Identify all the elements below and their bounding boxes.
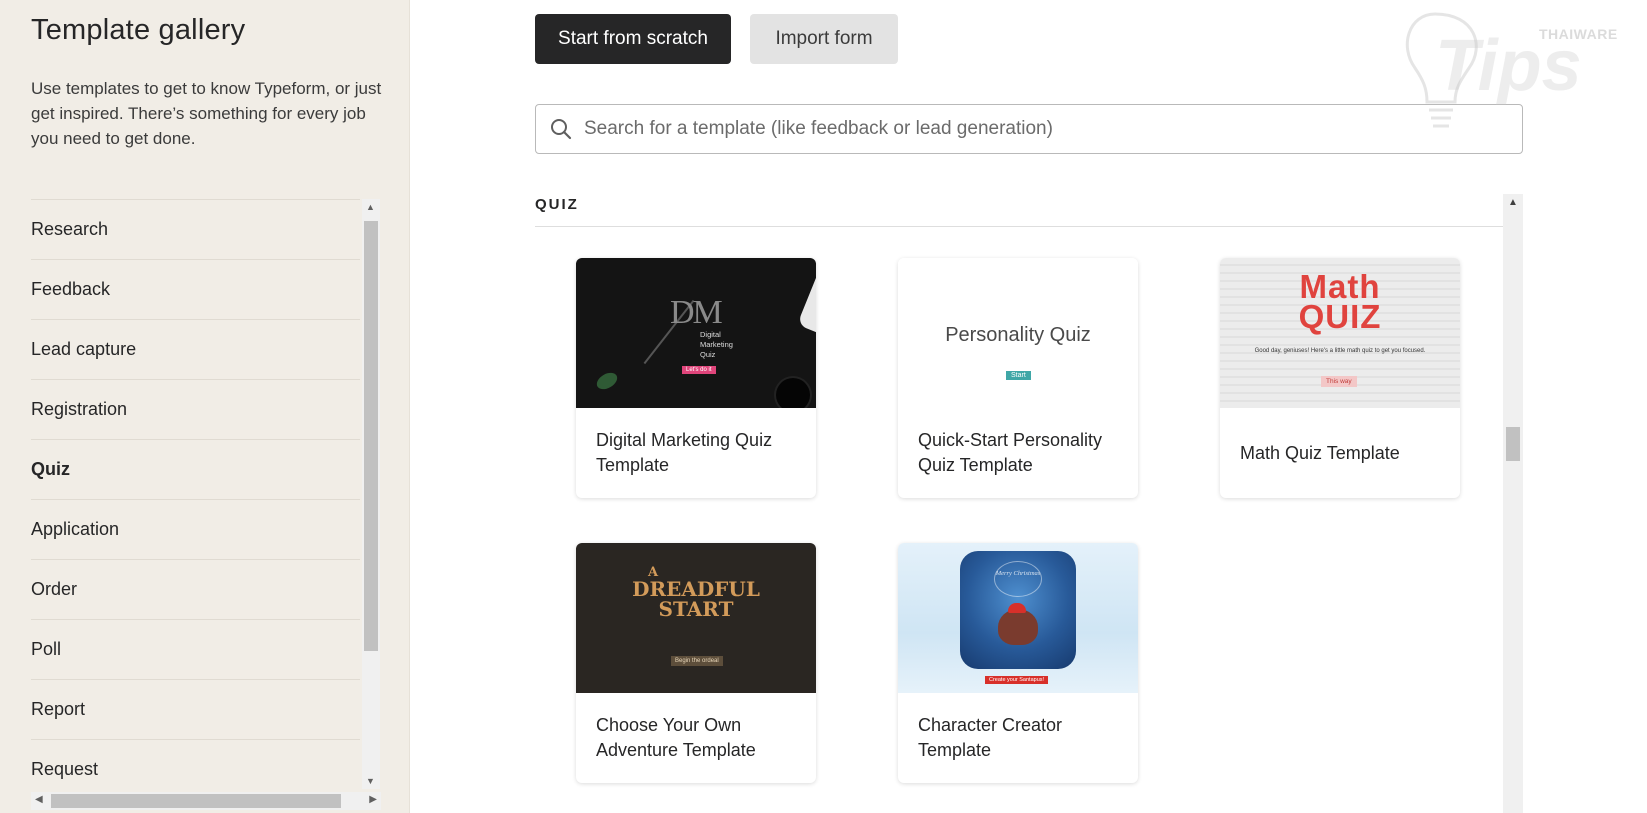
category-label: Report (31, 699, 86, 719)
watermark-word: Tips (1435, 26, 1582, 106)
category-label: Order (31, 579, 78, 599)
template-title: Math Quiz Template (1240, 442, 1400, 463)
scroll-left-arrow-icon[interactable]: ◀ (35, 794, 43, 805)
category-label: Application (31, 519, 120, 539)
santa-hat-image (1008, 603, 1026, 613)
gallery-vertical-scrollbar[interactable]: ▲ (1503, 194, 1523, 813)
leaf-image (593, 369, 621, 393)
thumb-text: Merry Christmas (994, 561, 1042, 597)
thumb-heading: Personality Quiz (945, 324, 1091, 346)
category-item-lead-capture[interactable]: Lead capture (31, 320, 360, 380)
template-thumbnail: Merry Christmas Create your Santapus! (898, 543, 1138, 693)
category-label: Registration (31, 399, 128, 419)
template-title: Character Creator Template (918, 715, 1063, 760)
category-label: Feedback (31, 279, 111, 299)
search-icon (551, 119, 572, 140)
sidebar-horizontal-scrollbar[interactable]: ◀ ▶ (31, 792, 381, 810)
template-thumbnail: A DREADFUL START Begin the ordeal (576, 543, 816, 693)
thumb-button: This way (1321, 376, 1357, 387)
sidebar-intro: Use templates to get to know Typeform, o… (31, 79, 382, 148)
category-item-poll[interactable]: Poll (31, 620, 360, 680)
section-title: QUIZ (535, 196, 579, 213)
character-frame: Merry Christmas (960, 551, 1076, 669)
scroll-right-arrow-icon[interactable]: ▶ (369, 794, 377, 805)
thumb-button: Create your Santapus! (985, 676, 1049, 684)
category-item-order[interactable]: Order (31, 560, 360, 620)
scrollbar-thumb[interactable] (364, 221, 378, 651)
sidebar-title: Template gallery (31, 14, 246, 46)
section-divider (535, 226, 1503, 227)
scrollbar-thumb[interactable] (1506, 427, 1520, 461)
category-item-research[interactable]: Research (31, 200, 360, 260)
thumb-heading-line3: START (658, 597, 734, 621)
search-input[interactable] (584, 118, 1484, 140)
category-item-quiz[interactable]: Quiz (31, 440, 360, 500)
template-thumbnail: Math QUIZ Good day, geniuses! Here's a l… (1220, 258, 1460, 408)
dm-logo: DM (670, 294, 723, 331)
template-thumbnail: Personality Quiz Start (898, 258, 1138, 408)
template-gallery-sidebar: Template gallery Use templates to get to… (0, 0, 410, 813)
scrollbar-thumb[interactable] (51, 794, 341, 808)
template-card-personality-quiz[interactable]: Personality Quiz Start Quick-Start Perso… (898, 258, 1138, 498)
template-card-digital-marketing-quiz[interactable]: DM Digital Marketing Quiz Let's do it Di… (576, 258, 816, 498)
template-title: Choose Your Own Adventure Template (596, 715, 756, 760)
thumb-heading: Digital Marketing Quiz (700, 330, 733, 359)
category-item-feedback[interactable]: Feedback (31, 260, 360, 320)
thumb-text: Good day, geniuses! Here's a little math… (1254, 348, 1426, 354)
template-card-character-creator[interactable]: Merry Christmas Create your Santapus! Ch… (898, 543, 1138, 783)
scroll-up-arrow-icon[interactable]: ▲ (366, 202, 375, 212)
template-search-box[interactable] (535, 104, 1523, 154)
category-item-request[interactable]: Request (31, 740, 360, 800)
octopus-character-image (998, 609, 1038, 645)
category-label: Request (31, 759, 99, 779)
template-card-choose-your-own-adventure[interactable]: A DREADFUL START Begin the ordeal Choose… (576, 543, 816, 783)
template-thumbnail: DM Digital Marketing Quiz Let's do it (576, 258, 816, 408)
category-item-registration[interactable]: Registration (31, 380, 360, 440)
thumb-heading-line2: DREADFUL (632, 577, 760, 601)
import-form-button[interactable]: Import form (750, 14, 898, 64)
category-item-report[interactable]: Report (31, 680, 360, 740)
category-label: Lead capture (31, 339, 137, 359)
thumb-button: Begin the ordeal (671, 656, 723, 666)
scroll-down-arrow-icon[interactable]: ▼ (366, 776, 375, 786)
sidebar-vertical-scrollbar[interactable]: ▲ ▼ (362, 199, 380, 789)
template-card-math-quiz[interactable]: Math QUIZ Good day, geniuses! Here's a l… (1220, 258, 1460, 498)
scroll-up-arrow-icon[interactable]: ▲ (1508, 197, 1518, 208)
category-label: Poll (31, 639, 62, 659)
coffee-cup-image (776, 378, 810, 408)
category-item-application[interactable]: Application (31, 500, 360, 560)
thumb-button: Start (1006, 371, 1031, 380)
thumb-heading-line2: QUIZ (1298, 298, 1382, 335)
template-title: Quick-Start Personality Quiz Template (918, 430, 1103, 475)
category-list: Research Feedback Lead capture Registrat… (31, 199, 360, 800)
thaiware-tips-watermark: THAIWARE Tips (1405, 6, 1645, 146)
start-from-scratch-button[interactable]: Start from scratch (535, 14, 731, 64)
laptop-image (797, 258, 816, 355)
category-label: Research (31, 219, 109, 239)
template-title: Digital Marketing Quiz Template (596, 430, 773, 475)
category-label: Quiz (31, 459, 70, 479)
thumb-button: Let's do it (682, 366, 716, 374)
